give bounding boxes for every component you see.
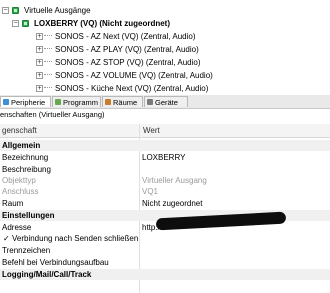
property-key: Anschluss [2,187,39,196]
property-key: Adresse [2,223,32,232]
tree-item-loxberry[interactable]: − LOXBERRY (VQ) (Nicht zugeordnet) [0,18,330,29]
properties-title: enschaften (Virtueller Ausgang) [0,110,330,120]
tab-label: Räume [113,98,138,107]
property-beschreibung[interactable]: Beschreibung [0,164,330,175]
property-value[interactable]: Nicht zugeordnet [142,198,202,209]
tree-connector [44,35,52,38]
property-verbindung-schliessen[interactable]: ✓ Verbindung nach Senden schließen [0,233,330,244]
category-allgemein[interactable]: Allgemein [0,140,330,151]
tree-item-label: SONOS - AZ PLAY (VQ) (Zentral, Audio) [55,45,199,54]
property-key: Verbindung nach Senden schließen [12,234,139,243]
expand-icon[interactable]: + [36,46,43,53]
collapse-icon[interactable]: − [12,20,19,27]
category-label: Einstellungen [2,211,55,220]
column-value: Wert [143,126,160,135]
tree-item-label: SONOS - AZ VOLUME (VQ) (Zentral, Audio) [55,71,213,80]
expand-icon[interactable]: + [36,59,43,66]
tree-item-sonos[interactable]: + SONOS - Küche Next (VQ) (Zentral, Audi… [0,83,330,94]
property-value[interactable]: LOXBERRY [142,152,185,163]
property-key: Objekttyp [2,176,36,185]
property-befehl-verbindungsaufbau[interactable]: Befehl bei Verbindungsaufbau [0,257,330,268]
expand-icon[interactable]: + [36,72,43,79]
tab-programm[interactable]: Programm [52,96,101,107]
virtual-output-icon [22,20,29,27]
tree-item-sonos[interactable]: + SONOS - AZ Next (VQ) (Zentral, Audio) [0,31,330,42]
tree-item-sonos[interactable]: + SONOS - AZ PLAY (VQ) (Zentral, Audio) [0,44,330,55]
tree-connector [44,74,52,77]
tab-raeume[interactable]: Räume [102,96,143,107]
tree-item-sonos[interactable]: + SONOS - AZ VOLUME (VQ) (Zentral, Audio… [0,70,330,81]
tab-label: Peripherie [11,98,46,107]
tree-item-sonos[interactable]: + SONOS - AZ STOP (VQ) (Zentral, Audio) [0,57,330,68]
tree-item-label: LOXBERRY (VQ) (Nicht zugeordnet) [34,19,170,28]
category-label: Logging/Mail/Call/Track [2,270,92,279]
tree-item-label: SONOS - AZ STOP (VQ) (Zentral, Audio) [55,58,201,67]
tab-peripherie[interactable]: Peripherie [0,96,51,107]
property-trennzeichen[interactable]: Trennzeichen [0,245,330,256]
tree-item-label: SONOS - Küche Next (VQ) (Zentral, Audio) [55,84,209,93]
property-anschluss: Anschluss VQ1 [0,186,330,197]
expand-icon[interactable]: + [36,33,43,40]
properties-header: genschaft Wert [0,124,330,138]
property-key: Befehl bei Verbindungsaufbau [2,258,109,267]
column-property: genschaft [2,126,37,135]
tab-label: Programm [63,98,99,107]
program-icon [55,99,61,105]
property-value: VQ1 [142,187,159,196]
property-key: Trennzeichen [2,246,51,255]
property-key: Raum [2,199,24,208]
property-key: Bezeichnung [2,153,49,162]
tree-item-virtual-outputs[interactable]: − Virtuelle Ausgänge [0,5,330,16]
tree-connector [44,87,52,90]
collapse-icon[interactable]: − [2,7,9,14]
tab-bar: Peripherie Programm Räume Geräte [0,95,330,109]
property-key: Beschreibung [2,165,51,174]
tree-view: − Virtuelle Ausgänge − LOXBERRY (VQ) (Ni… [0,0,330,94]
property-value: Virtueller Ausgang [142,176,207,185]
tree-connector [44,48,52,51]
tab-label: Geräte [155,98,178,107]
tree-connector [44,61,52,64]
property-bezeichnung[interactable]: Bezeichnung LOXBERRY [0,152,330,163]
tree-item-label: SONOS - AZ Next (VQ) (Zentral, Audio) [55,32,196,41]
property-raum[interactable]: Raum Nicht zugeordnet [0,198,330,209]
rooms-icon [105,99,111,105]
expand-icon[interactable]: + [36,85,43,92]
category-label: Allgemein [2,141,41,150]
peripherals-icon [3,99,9,105]
property-objekttyp: Objekttyp Virtueller Ausgang [0,175,330,186]
folder-icon [12,7,19,14]
checkbox-checked-icon[interactable]: ✓ [3,233,10,244]
tree-item-label: Virtuelle Ausgänge [24,6,91,15]
devices-icon [147,99,153,105]
category-logging[interactable]: Logging/Mail/Call/Track [0,269,330,280]
tab-geraete[interactable]: Geräte [144,96,188,107]
